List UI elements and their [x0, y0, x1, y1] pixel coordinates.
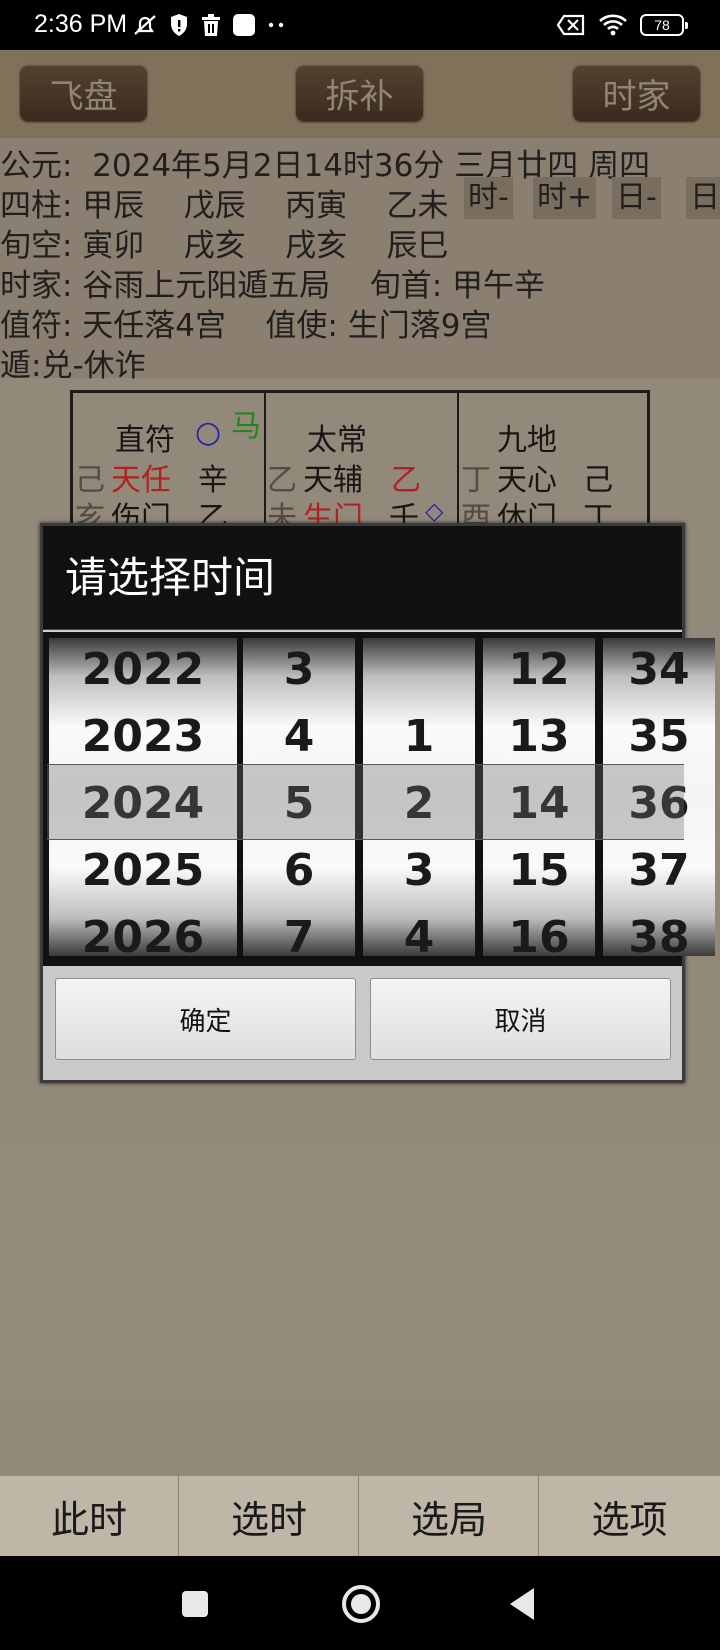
wifi-icon — [599, 14, 627, 36]
battery-icon: 78 — [640, 14, 688, 36]
sim-off-icon — [556, 14, 585, 36]
more-dots-icon — [268, 22, 284, 28]
navigation-bar — [0, 1556, 720, 1650]
dialog-title: 请选择时间 — [43, 526, 682, 630]
wheel-item — [363, 638, 475, 703]
recent-apps-icon[interactable] — [180, 1589, 210, 1619]
wheel-item: 1 — [403, 711, 435, 762]
confirm-button[interactable]: 确定 — [55, 978, 356, 1060]
shield-icon — [171, 14, 187, 36]
wheel-item-selected: 36 — [628, 778, 690, 829]
wheel-item-selected: 5 — [283, 778, 315, 829]
home-icon[interactable] — [340, 1583, 382, 1625]
cancel-button[interactable]: 取消 — [370, 978, 671, 1060]
trash-icon — [202, 14, 220, 36]
wheel-item: 2022 — [81, 644, 205, 695]
time-picker-dialog: 请选择时间 2022 2023 2024 2025 2026 3 4 5 6 7… — [40, 523, 715, 1083]
wheel-item: 37 — [628, 845, 690, 896]
status-icons-right: 78 — [556, 12, 688, 38]
year-wheel[interactable]: 2022 2023 2024 2025 2026 — [49, 638, 237, 956]
bottom-toolbar: 此时 选时 选局 选项 — [0, 1476, 720, 1556]
select-time-button[interactable]: 选时 — [180, 1476, 359, 1556]
wheel-item: 35 — [628, 711, 690, 762]
wheel-item: 13 — [508, 711, 570, 762]
app-square-icon — [233, 14, 255, 36]
select-ju-button[interactable]: 选局 — [360, 1476, 539, 1556]
month-wheel[interactable]: 3 4 5 6 7 — [243, 638, 355, 956]
now-button[interactable]: 此时 — [0, 1476, 179, 1556]
wheel-item: 12 — [508, 644, 570, 695]
wheel-item: 4 — [403, 912, 435, 956]
wheel-item: 16 — [508, 912, 570, 956]
wheel-item: 15 — [508, 845, 570, 896]
status-bar: 2:36 PM 78 — [0, 0, 720, 50]
back-icon[interactable] — [506, 1586, 538, 1622]
wheel-item: 2025 — [81, 845, 205, 896]
options-button[interactable]: 选项 — [540, 1476, 719, 1556]
wheel-item: 38 — [628, 912, 690, 956]
dialog-footer: 确定 取消 — [43, 966, 682, 1080]
wheel-item: 4 — [283, 711, 315, 762]
wheel-item-selected: 14 — [508, 778, 570, 829]
day-wheel[interactable]: 1 2 3 4 — [363, 638, 475, 956]
wheel-item: 7 — [283, 912, 315, 956]
wheel-item: 2026 — [81, 912, 205, 956]
wheel-item: 3 — [283, 644, 315, 695]
wheel-item: 34 — [628, 644, 690, 695]
mute-icon — [134, 15, 156, 35]
status-icons-left — [132, 12, 288, 38]
minute-wheel[interactable]: 34 35 36 37 38 — [603, 638, 715, 956]
time-picker: 2022 2023 2024 2025 2026 3 4 5 6 7 1 2 3… — [43, 632, 715, 966]
hour-wheel[interactable]: 12 13 14 15 16 — [483, 638, 595, 956]
wheel-item-selected: 2024 — [81, 778, 205, 829]
wheel-item: 3 — [403, 845, 435, 896]
status-time: 2:36 PM — [34, 10, 128, 38]
wheel-item-selected: 2 — [403, 778, 435, 829]
wheel-item: 6 — [283, 845, 315, 896]
wheel-item: 2023 — [81, 711, 205, 762]
